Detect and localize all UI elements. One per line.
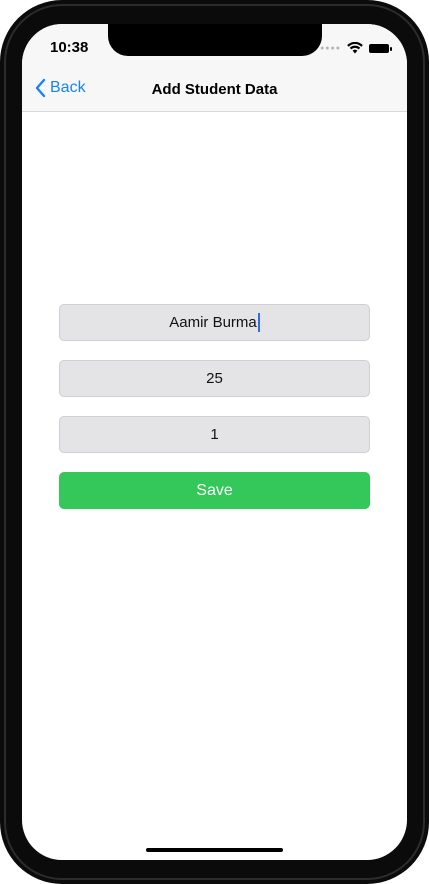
- navigation-bar: Back Add Student Data: [22, 68, 407, 112]
- phone-frame: 10:38 ●●●● Back Add Student Data Aamir B…: [0, 0, 429, 884]
- roll-number-value: 1: [210, 426, 219, 443]
- name-field[interactable]: Aamir Burma: [59, 304, 370, 341]
- age-field[interactable]: 25: [59, 360, 370, 397]
- status-icons: ●●●●: [320, 42, 392, 54]
- home-indicator: [146, 848, 283, 852]
- notch: [108, 24, 322, 56]
- age-value: 25: [206, 370, 223, 387]
- text-cursor: [257, 313, 260, 332]
- status-time: 10:38: [50, 39, 89, 56]
- page-title: Add Student Data: [151, 81, 278, 98]
- wifi-icon: [347, 42, 363, 54]
- roll-number-field[interactable]: 1: [59, 416, 370, 453]
- signal-dots-icon: ●●●●: [320, 44, 341, 52]
- name-value: Aamir Burma: [169, 314, 257, 331]
- screen: 10:38 ●●●● Back Add Student Data Aamir B…: [22, 24, 407, 860]
- battery-icon: [369, 43, 392, 53]
- save-button[interactable]: Save: [59, 472, 370, 509]
